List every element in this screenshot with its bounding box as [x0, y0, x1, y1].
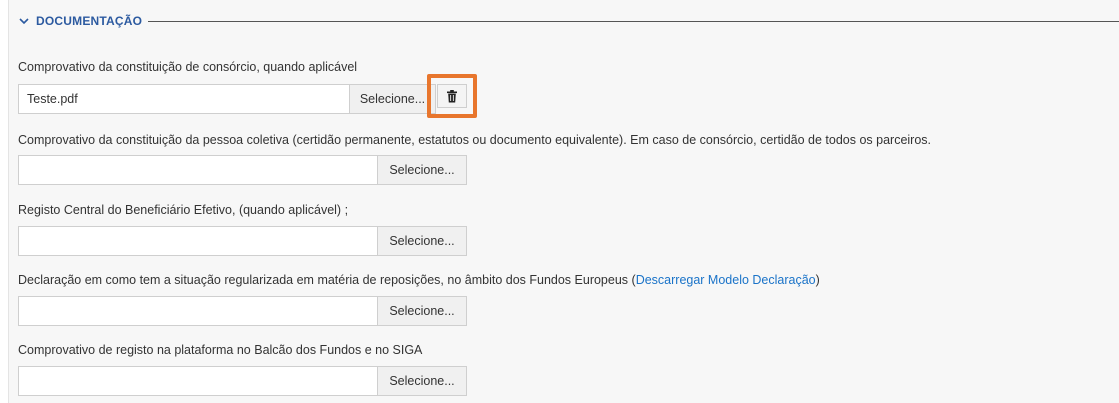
file-row-consortium: Teste.pdf Selecione... [18, 84, 436, 114]
file-row-entity: Selecione... [18, 155, 467, 185]
file-row-rcbe: Selecione... [18, 226, 467, 256]
field-label-entity: Comprovativo da constituição da pessoa c… [18, 133, 932, 147]
file-input-siga[interactable] [18, 366, 378, 396]
section-title: DOCUMENTAÇÃO [36, 14, 143, 28]
download-declaration-link[interactable]: Descarregar Modelo Declaração [636, 273, 816, 287]
section-header[interactable]: DOCUMENTAÇÃO [18, 12, 1119, 30]
field-entity-label-wrap: Comprovativo da constituição da pessoa c… [18, 132, 931, 148]
chevron-down-icon[interactable] [18, 15, 30, 27]
field-label-consortium: Comprovativo da constituição de consórci… [18, 60, 358, 74]
field-label-declaration-text: Declaração em como tem a situação regula… [18, 273, 636, 287]
file-input-rcbe[interactable] [18, 226, 378, 256]
section-divider [148, 21, 1119, 22]
select-file-button-entity[interactable]: Selecione... [378, 155, 467, 185]
file-input-entity[interactable] [18, 155, 378, 185]
select-file-button-siga[interactable]: Selecione... [378, 366, 467, 396]
field-label-siga: Comprovativo de registo na plataforma no… [18, 343, 423, 357]
field-declaration-label-wrap: Declaração em como tem a situação regula… [18, 272, 820, 288]
select-file-button-consortium[interactable]: Selecione... [350, 84, 436, 114]
field-siga-label-wrap: Comprovativo de registo na plataforma no… [18, 342, 422, 358]
field-label-rcbe: Registo Central do Beneficiário Efetivo,… [18, 203, 349, 217]
field-consortium-label-wrap: Comprovativo da constituição de consórci… [18, 59, 357, 75]
file-row-siga: Selecione... [18, 366, 467, 396]
field-label-declaration: Declaração em como tem a situação regula… [18, 273, 820, 287]
field-label-declaration-suffix: ) [815, 273, 820, 287]
trash-icon [447, 89, 457, 102]
file-input-consortium[interactable]: Teste.pdf [18, 84, 350, 114]
select-file-button-declaration[interactable]: Selecione... [378, 296, 467, 326]
field-rcbe-label-wrap: Registo Central do Beneficiário Efetivo,… [18, 202, 348, 218]
select-file-button-rcbe[interactable]: Selecione... [378, 226, 467, 256]
file-input-declaration[interactable] [18, 296, 378, 326]
delete-file-button[interactable] [437, 84, 467, 108]
file-row-declaration: Selecione... [18, 296, 467, 326]
